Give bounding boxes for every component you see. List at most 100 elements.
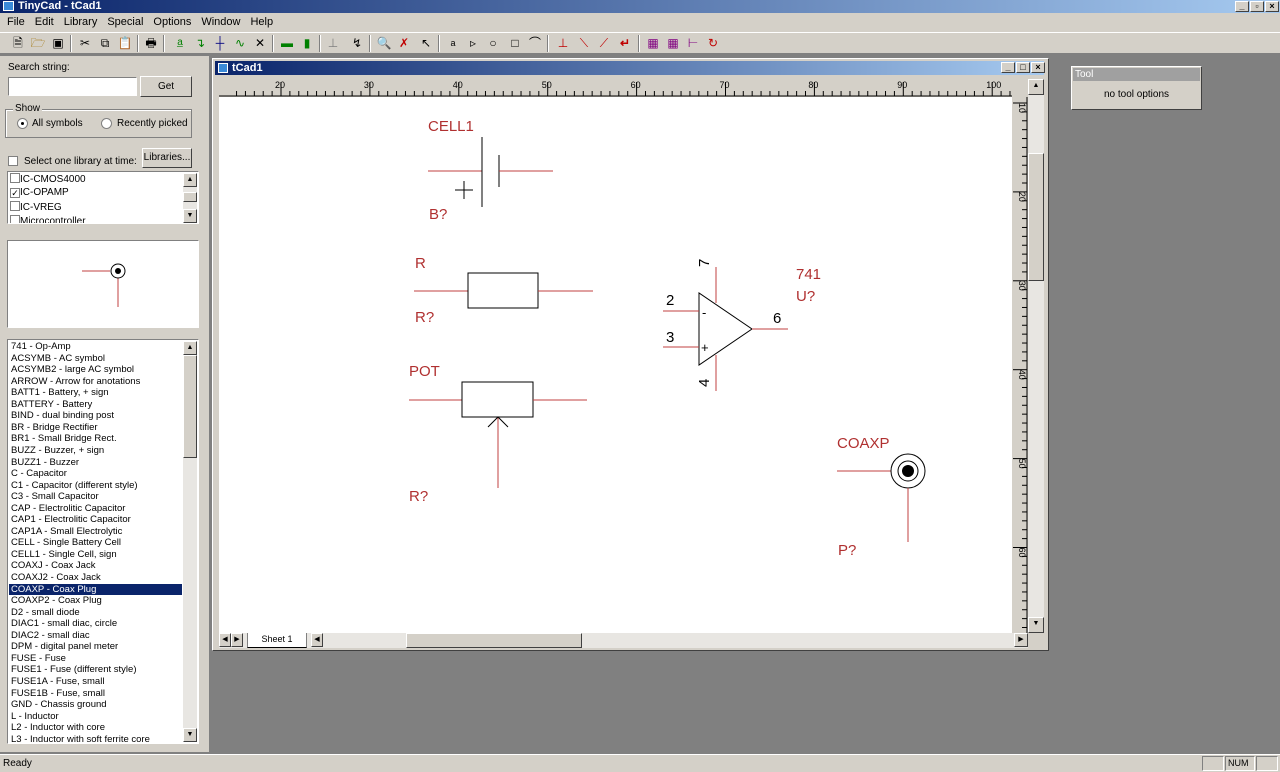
paste-icon[interactable]: 📋 — [117, 35, 133, 51]
cell-symbol[interactable] — [428, 137, 553, 207]
symbol-list-item[interactable]: C1 - Capacitor (different style) — [9, 480, 182, 492]
sheet-prev-icon[interactable]: ◀ — [219, 633, 231, 647]
menu-help[interactable]: Help — [245, 13, 278, 30]
library-checkbox[interactable] — [10, 173, 20, 183]
recently-picked-radio[interactable] — [101, 118, 112, 129]
symbol-list[interactable]: 741 - Op-Amp ACSYMB - AC symbol ACSYMB2 - … — [7, 339, 199, 744]
symbol-list-item[interactable]: FUSE1B - Fuse, small — [9, 688, 182, 700]
no-connect-icon[interactable]: ✕ — [252, 35, 268, 51]
library-checkbox[interactable]: ✓ — [10, 188, 20, 198]
menu-options[interactable]: Options — [148, 13, 196, 30]
origin-icon[interactable]: ⊥ — [325, 35, 341, 51]
symbol-list-item[interactable]: CELL1 - Single Cell, sign — [9, 549, 182, 561]
symbol-list-item[interactable]: ARROW - Arrow for anotations — [9, 376, 182, 388]
scroll-down-icon[interactable]: ▼ — [183, 209, 197, 223]
symbol-list-item[interactable]: CELL - Single Battery Cell — [9, 537, 182, 549]
doc-maximize-button[interactable]: □ — [1016, 62, 1030, 73]
symbol-list-item[interactable]: ACSYMB - AC symbol — [9, 353, 182, 365]
print-icon[interactable]: 🖶 — [143, 35, 159, 51]
symbol-list-item[interactable]: COAXP - Coax Plug — [9, 583, 182, 596]
symbol-list-item[interactable]: L - Inductor — [9, 711, 182, 723]
symbol-list-item[interactable]: C3 - Small Capacitor — [9, 491, 182, 503]
select-icon[interactable]: ↖ — [418, 35, 434, 51]
search-input[interactable] — [8, 77, 137, 96]
symbol-list-item[interactable]: BR1 - Small Bridge Rect. — [9, 433, 182, 445]
tab-scroll-icon[interactable]: ◀ — [311, 633, 323, 647]
symbol-list-item[interactable]: COAXJ2 - Coax Jack — [9, 572, 182, 584]
sheet-next-icon[interactable]: ▶ — [231, 633, 243, 647]
symbol-list-item[interactable]: D2 - small diode — [9, 607, 182, 619]
library-item[interactable]: IC-CMOS4000 — [10, 172, 86, 186]
bus-icon[interactable]: ∿ — [232, 35, 248, 51]
hscroll-right-icon[interactable]: ▶ — [1014, 633, 1028, 647]
symbol-list-item[interactable]: BR - Bridge Rectifier — [9, 422, 182, 434]
cut-icon[interactable]: ✂ — [77, 35, 93, 51]
menu-special[interactable]: Special — [102, 13, 148, 30]
library-scroll-thumb[interactable] — [183, 192, 197, 202]
snap-icon[interactable]: ↯ — [349, 35, 365, 51]
symbol-list-item[interactable]: BIND - dual binding post — [9, 410, 182, 422]
resistor-symbol[interactable] — [414, 272, 593, 309]
potentiometer-symbol[interactable] — [409, 381, 587, 488]
delete-icon[interactable]: ✗ — [396, 35, 412, 51]
all-symbols-radio[interactable] — [17, 118, 28, 129]
library-item[interactable]: IC-VREG — [10, 200, 62, 214]
symbol-list-item[interactable]: FUSE1A - Fuse, small — [9, 676, 182, 688]
ruler-icon[interactable]: ⊥ — [555, 35, 571, 51]
save-icon[interactable]: ▣ — [50, 35, 66, 51]
symbol-list-item[interactable]: CAP - Electrolitic Capacitor — [9, 503, 182, 515]
symbol-list-item[interactable]: FUSE - Fuse — [9, 653, 182, 665]
opamp-symbol[interactable] — [663, 267, 788, 391]
copy-icon[interactable]: ⧉ — [97, 35, 113, 51]
block2-icon[interactable]: ▦ — [665, 35, 681, 51]
scroll-up-icon[interactable]: ▲ — [183, 341, 197, 355]
minimize-button[interactable]: _ — [1235, 1, 1249, 12]
scroll-down-icon[interactable]: ▼ — [183, 728, 197, 742]
flip-icon[interactable]: ↻ — [705, 35, 721, 51]
label-icon[interactable]: a̲ — [172, 35, 188, 51]
library-item[interactable]: ✓IC-OPAMP — [10, 186, 69, 200]
horizontal-scroll-thumb[interactable] — [406, 633, 582, 648]
rotate-icon[interactable]: ⊢ — [685, 35, 701, 51]
menu-library[interactable]: Library — [59, 13, 103, 30]
line-icon[interactable]: ⟍ — [576, 35, 592, 51]
library-list[interactable]: IC-CMOS4000 ✓IC-OPAMP IC-VREG Microcontr… — [7, 171, 199, 224]
bezier-icon[interactable]: ↵ — [617, 35, 633, 51]
symbol-list-item[interactable]: FUSE1 - Fuse (different style) — [9, 664, 182, 676]
libraries-button[interactable]: Libraries... — [142, 148, 192, 168]
sheet-tab[interactable]: Sheet 1 — [247, 633, 307, 648]
close-button[interactable]: × — [1265, 1, 1279, 12]
symbol-list-item[interactable]: L2 - Inductor with core — [9, 722, 182, 734]
symbol-list-item[interactable]: COAXJ - Coax Jack — [9, 560, 182, 572]
get-button[interactable]: Get — [140, 76, 192, 97]
symbol-scroll-thumb[interactable] — [183, 355, 197, 458]
menu-edit[interactable]: Edit — [30, 13, 59, 30]
schematic-canvas[interactable]: CELL1 B? R R? POT R? 7 2 3 6 4 - + 741 U… — [219, 97, 1012, 633]
polygon-icon[interactable]: ▹ — [465, 35, 481, 51]
vertical-scroll-thumb[interactable] — [1028, 153, 1044, 281]
symbol-list-item[interactable]: GND - Chassis ground — [9, 699, 182, 711]
symbol-list-item[interactable]: CAP1 - Electrolitic Capacitor — [9, 514, 182, 526]
diag-line-icon[interactable]: ⟋ — [596, 35, 612, 51]
scroll-up-icon[interactable]: ▲ — [183, 173, 197, 187]
coax-symbol[interactable] — [837, 453, 926, 542]
zoom-icon[interactable]: 🔍 — [376, 35, 392, 51]
symbol-list-item[interactable]: 741 - Op-Amp — [9, 341, 182, 353]
vscroll-up-icon[interactable]: ▲ — [1028, 79, 1044, 95]
doc-minimize-button[interactable]: _ — [1001, 62, 1015, 73]
arc-icon[interactable]: ⌒ — [527, 35, 543, 51]
symbol-list-item[interactable]: ACSYMB2 - large AC symbol — [9, 364, 182, 376]
symbol-list-item[interactable]: BATT1 - Battery, + sign — [9, 387, 182, 399]
library-checkbox[interactable] — [10, 201, 20, 211]
symbol-list-item[interactable]: DPM - digital panel meter — [9, 641, 182, 653]
junction-icon[interactable]: ┼ — [212, 35, 228, 51]
block-icon[interactable]: ▦ — [645, 35, 661, 51]
bus-entry-icon[interactable]: ▮ — [299, 35, 315, 51]
symbol-list-item[interactable]: CAP1A - Small Electrolytic — [9, 526, 182, 538]
vscroll-down-icon[interactable]: ▼ — [1028, 617, 1044, 633]
menu-file[interactable]: File — [2, 13, 30, 30]
select-one-library-checkbox[interactable] — [8, 156, 18, 166]
symbol-list-item[interactable]: BUZZ1 - Buzzer — [9, 457, 182, 469]
rectangle-icon[interactable]: □ — [507, 35, 523, 51]
symbol-list-item[interactable]: L3 - Inductor with soft ferrite core — [9, 734, 182, 743]
